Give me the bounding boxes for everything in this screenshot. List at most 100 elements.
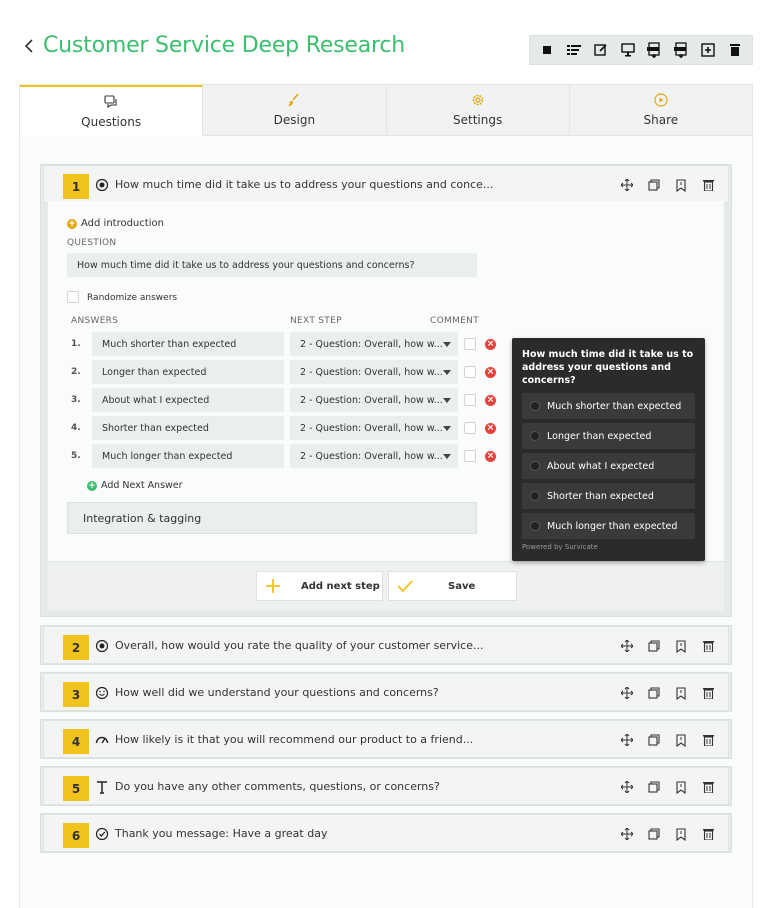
remove-answer-icon[interactable]: × <box>485 395 496 406</box>
remove-answer-icon[interactable]: × <box>485 423 496 434</box>
answer-number: 2. <box>71 367 81 377</box>
next-step-value: 2 - Question: Overall, how w... <box>300 366 443 378</box>
randomize-label: Randomize answers <box>87 293 178 303</box>
list-icon[interactable] <box>563 39 585 61</box>
delete-icon[interactable] <box>700 685 716 701</box>
next-step-select[interactable]: 2 - Question: Overall, how w... <box>290 416 458 440</box>
preview-option[interactable]: Shorter than expected <box>522 483 695 509</box>
xls-export-icon[interactable] <box>670 39 692 61</box>
answer-number: 1. <box>71 339 81 349</box>
next-step-select[interactable]: 2 - Question: Overall, how w... <box>290 388 458 412</box>
preview-option[interactable]: Longer than expected <box>522 423 695 449</box>
move-icon[interactable] <box>619 826 635 842</box>
monitor-icon[interactable] <box>617 39 639 61</box>
copy-icon[interactable] <box>646 732 662 748</box>
add-next-step-button[interactable]: Add next step <box>256 571 383 601</box>
preview-option[interactable]: Much longer than expected <box>522 513 695 539</box>
smiley-icon <box>95 686 109 700</box>
question-number: 3 <box>63 682 89 707</box>
comment-checkbox[interactable] <box>464 338 476 350</box>
text-icon <box>97 781 107 794</box>
answer-input[interactable] <box>92 444 284 468</box>
back-chevron-icon[interactable] <box>22 37 36 55</box>
check-circle-icon <box>95 827 109 841</box>
stop-icon[interactable] <box>536 39 558 61</box>
copy-icon[interactable] <box>646 685 662 701</box>
question-number: 1 <box>63 174 89 199</box>
add-next-answer-link[interactable]: + Add Next Answer <box>87 480 183 491</box>
next-step-select[interactable]: 2 - Question: Overall, how w... <box>290 444 458 468</box>
move-icon[interactable] <box>619 685 635 701</box>
delete-icon[interactable] <box>700 177 716 193</box>
save-button[interactable]: Save <box>388 571 517 601</box>
question-input[interactable] <box>67 253 477 277</box>
trash-icon[interactable] <box>724 39 746 61</box>
bookmark-icon[interactable] <box>673 826 689 842</box>
answer-input[interactable] <box>92 360 284 384</box>
question-card-3: 3 How well did we understand your questi… <box>40 672 732 712</box>
question-title: Do you have any other comments, question… <box>115 780 440 793</box>
gauge-icon <box>95 736 109 744</box>
copy-icon[interactable] <box>646 826 662 842</box>
answer-input[interactable] <box>92 416 284 440</box>
question-header[interactable]: 2 Overall, how would you rate the qualit… <box>43 626 729 664</box>
answer-input[interactable] <box>92 332 284 356</box>
question-header[interactable]: 4 How likely is it that you will recomme… <box>43 720 729 758</box>
comment-checkbox[interactable] <box>464 394 476 406</box>
next-step-select[interactable]: 2 - Question: Overall, how w... <box>290 360 458 384</box>
tab-design[interactable]: Design <box>203 85 387 136</box>
tab-share[interactable]: Share <box>569 85 752 136</box>
move-icon[interactable] <box>619 177 635 193</box>
tab-questions[interactable]: Questions <box>20 85 204 136</box>
copy-icon[interactable] <box>646 638 662 654</box>
move-icon[interactable] <box>619 732 635 748</box>
duplicate-icon[interactable] <box>697 39 719 61</box>
bookmark-icon[interactable] <box>673 779 689 795</box>
bookmark-icon[interactable] <box>673 685 689 701</box>
integration-label: Integration & tagging <box>83 511 202 525</box>
randomize-checkbox[interactable] <box>67 291 79 303</box>
delete-icon[interactable] <box>700 826 716 842</box>
question-actions <box>619 638 716 654</box>
delete-icon[interactable] <box>700 779 716 795</box>
pdf-export-icon[interactable] <box>643 39 665 61</box>
question-header[interactable]: 3 How well did we understand your questi… <box>43 673 729 711</box>
comment-checkbox[interactable] <box>464 450 476 462</box>
copy-icon[interactable] <box>646 177 662 193</box>
bookmark-icon[interactable] <box>673 638 689 654</box>
add-introduction-link[interactable]: + Add introduction <box>67 218 164 229</box>
next-step-select[interactable]: 2 - Question: Overall, how w... <box>290 332 458 356</box>
brush-icon <box>288 93 299 106</box>
copy-icon[interactable] <box>646 779 662 795</box>
remove-answer-icon[interactable]: × <box>485 367 496 378</box>
bookmark-icon[interactable] <box>673 732 689 748</box>
bookmark-icon[interactable] <box>673 177 689 193</box>
move-icon[interactable] <box>619 779 635 795</box>
remove-answer-icon[interactable]: × <box>485 451 496 462</box>
delete-icon[interactable] <box>700 638 716 654</box>
remove-answer-icon[interactable]: × <box>485 339 496 350</box>
question-title: Thank you message: Have a great day <box>115 827 328 840</box>
question-card-2: 2 Overall, how would you rate the qualit… <box>40 625 732 665</box>
delete-icon[interactable] <box>700 732 716 748</box>
next-step-value: 2 - Question: Overall, how w... <box>300 450 443 462</box>
plus-icon: + <box>67 218 77 229</box>
move-icon[interactable] <box>619 638 635 654</box>
comment-checkbox[interactable] <box>464 422 476 434</box>
question-header[interactable]: 1 How much time did it take us to addres… <box>43 165 729 203</box>
edit-icon[interactable] <box>590 39 612 61</box>
question-number: 6 <box>63 823 89 848</box>
radio-icon <box>530 521 540 531</box>
comment-checkbox[interactable] <box>464 366 476 378</box>
tab-label: Share <box>643 113 679 127</box>
chevron-down-icon <box>443 342 451 347</box>
preview-option-label: Much shorter than expected <box>547 400 682 412</box>
preview-option[interactable]: Much shorter than expected <box>522 393 695 419</box>
answer-input[interactable] <box>92 388 284 412</box>
question-number: 5 <box>63 776 89 801</box>
integration-tagging-section[interactable]: Integration & tagging <box>67 502 477 534</box>
question-header[interactable]: 6 Thank you message: Have a great day <box>43 814 729 852</box>
preview-option[interactable]: About what I expected <box>522 453 695 479</box>
question-header[interactable]: 5 Do you have any other comments, questi… <box>43 767 729 805</box>
tab-settings[interactable]: Settings <box>386 85 570 136</box>
